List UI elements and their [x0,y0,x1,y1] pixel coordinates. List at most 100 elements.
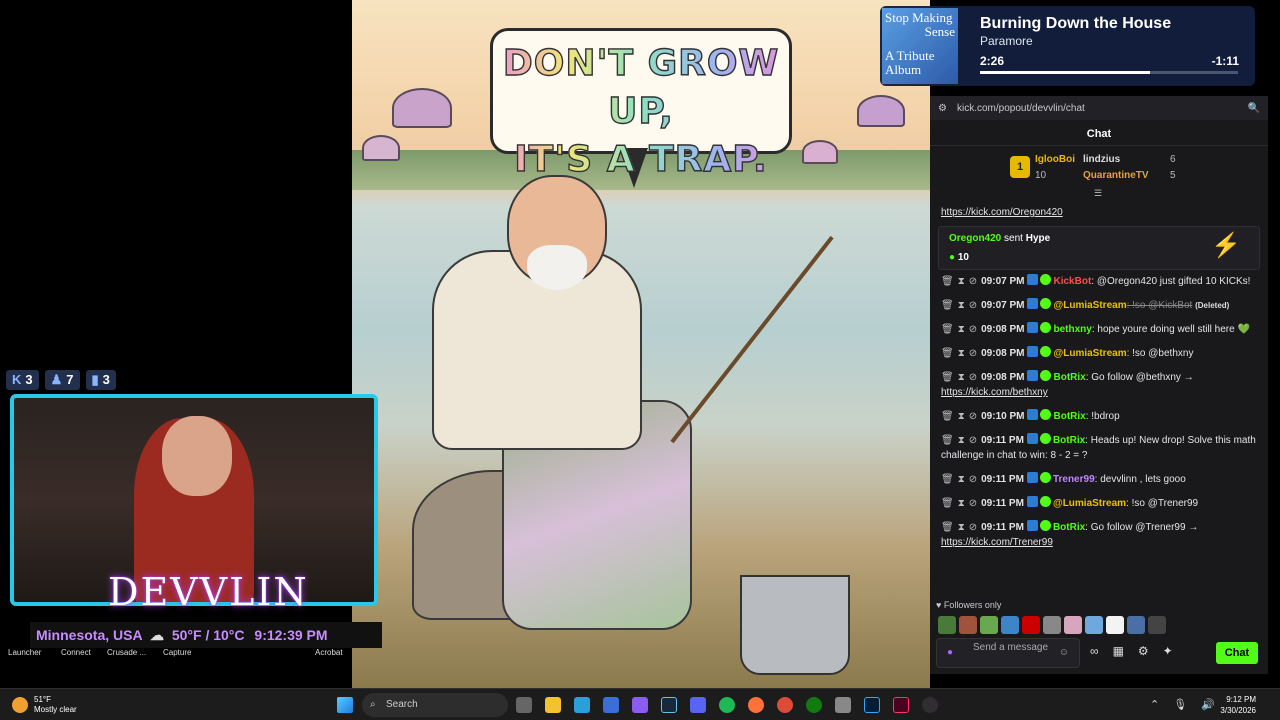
gear-icon[interactable]: ⚙ [1138,644,1149,658]
firefox-icon[interactable] [748,697,764,713]
ban-icon[interactable]: ⊘ [969,372,977,383]
timeout-icon[interactable]: ⧗ [958,300,965,311]
message-user[interactable]: BotRix [1053,522,1085,533]
delete-icon[interactable]: 🗑 [941,348,954,359]
volume-icon[interactable]: 🔊 [1201,698,1215,711]
file-explorer-icon[interactable] [545,697,561,713]
chat-link[interactable]: https://kick.com/Oregon420 [941,207,1063,218]
microphone-icon[interactable]: 🎙 [1173,698,1187,711]
desktop-icon-label[interactable]: Launcher [8,648,41,657]
emoji-icon[interactable]: ☺ [1059,647,1069,659]
emote[interactable] [980,616,998,634]
xbox-icon[interactable] [806,697,822,713]
emote[interactable] [959,616,977,634]
timeout-icon[interactable]: ⧗ [958,348,965,359]
timeout-icon[interactable]: ⧗ [958,474,965,485]
message-user[interactable]: bethxny [1053,324,1091,335]
chat-input-placeholder: Send a message [973,642,1049,653]
store-icon[interactable]: ▦ [1113,644,1124,658]
taskbar-search[interactable]: ⌕ Search [362,693,508,717]
message-user[interactable]: BotRix [1053,411,1085,422]
message-user[interactable]: BotRix [1053,435,1085,446]
zoom-icon[interactable]: 🔍 [1248,103,1260,114]
address-bar[interactable]: ⚙ kick.com/popout/devvlin/chat 🔍 [930,96,1268,120]
timeout-icon[interactable]: ⧗ [958,324,965,335]
delete-icon[interactable]: 🗑 [941,474,954,485]
ban-icon[interactable]: ⊘ [969,348,977,359]
chat-input[interactable]: ● Send a message ☺ [936,638,1080,668]
delete-icon[interactable]: 🗑 [941,276,954,287]
message-text: : @Oregon420 just gifted 10 KICKs! [1091,276,1251,287]
desktop-icon-label[interactable]: Connect [61,648,91,657]
chat-link[interactable]: https://kick.com/bethxny [941,387,1048,398]
infinity-icon[interactable]: ∞ [1090,644,1099,658]
send-chat-button[interactable]: Chat [1216,642,1258,664]
timeout-icon[interactable]: ⧗ [958,276,965,287]
chrome-icon[interactable] [777,697,793,713]
hype-user[interactable]: Oregon420 [949,233,1001,244]
leader-name[interactable]: QuarantineTV [1083,170,1149,181]
ban-icon[interactable]: ⊘ [969,474,977,485]
timeout-icon[interactable]: ⧗ [958,411,965,422]
emote[interactable] [1127,616,1145,634]
timeout-icon[interactable]: ⧗ [958,498,965,509]
emote[interactable] [1148,616,1166,634]
message-user[interactable]: Trener99 [1053,474,1095,485]
emote[interactable] [1064,616,1082,634]
spotify-icon[interactable] [719,697,735,713]
photoshop-icon[interactable] [864,697,880,713]
emote[interactable] [1001,616,1019,634]
ban-icon[interactable]: ⊘ [969,324,977,335]
message-user[interactable]: KickBot [1053,276,1091,287]
taskbar-clock[interactable]: 9:12 PM 3/30/2026 [1220,694,1256,716]
copilot-icon[interactable] [632,697,648,713]
discord-icon[interactable] [690,697,706,713]
message-user[interactable]: BotRix [1053,372,1085,383]
store-icon[interactable] [603,697,619,713]
verified-badge-icon [1039,520,1051,531]
message-user[interactable]: @LumiaStream [1053,348,1126,359]
message-user[interactable]: @LumiaStream [1053,300,1126,311]
emote[interactable] [938,616,956,634]
emote[interactable] [1022,616,1040,634]
delete-icon[interactable]: 🗑 [941,372,954,383]
desktop-icon-label[interactable]: Acrobat [315,648,343,657]
ban-icon[interactable]: ⊘ [969,300,977,311]
chevron-up-icon[interactable]: ⌃ [1150,698,1159,711]
chat-link[interactable]: https://kick.com/Trener99 [941,537,1053,548]
extensions-icon[interactable]: ✦ [1163,644,1173,658]
leader-name[interactable]: IglooBoi [1035,154,1075,165]
indesign-icon[interactable] [893,697,909,713]
leader-name[interactable]: lindzius [1083,154,1120,165]
task-view-icon[interactable] [516,697,532,713]
ban-icon[interactable]: ⊘ [969,411,977,422]
leaderboard-toggle-icon[interactable]: ☰ [1094,188,1102,199]
windows-start-icon[interactable] [337,697,353,713]
delete-icon[interactable]: 🗑 [941,522,954,533]
steam-icon[interactable] [661,697,677,713]
timeout-icon[interactable]: ⧗ [958,522,965,533]
delete-icon[interactable]: 🗑 [941,300,954,311]
obs-icon[interactable] [922,697,938,713]
app-icon[interactable] [835,697,851,713]
emote[interactable] [1106,616,1124,634]
ban-icon[interactable]: ⊘ [969,522,977,533]
emote[interactable] [1085,616,1103,634]
mic-icon[interactable]: ● [947,647,953,659]
ban-icon[interactable]: ⊘ [969,276,977,287]
desktop-icon-label[interactable]: Crusade ... [107,648,146,657]
site-settings-icon[interactable]: ⚙ [938,103,947,114]
timeout-icon[interactable]: ⧗ [958,435,965,446]
desktop-icon-label[interactable]: Capture [163,648,191,657]
verified-badge-icon [1040,274,1052,285]
message-user[interactable]: @LumiaStream [1053,498,1126,509]
delete-icon[interactable]: 🗑 [941,411,954,422]
delete-icon[interactable]: 🗑 [941,435,954,446]
ban-icon[interactable]: ⊘ [969,435,977,446]
edge-icon[interactable] [574,697,590,713]
emote[interactable] [1043,616,1061,634]
delete-icon[interactable]: 🗑 [941,324,954,335]
ban-icon[interactable]: ⊘ [969,498,977,509]
timeout-icon[interactable]: ⧗ [958,372,965,383]
delete-icon[interactable]: 🗑 [941,498,954,509]
